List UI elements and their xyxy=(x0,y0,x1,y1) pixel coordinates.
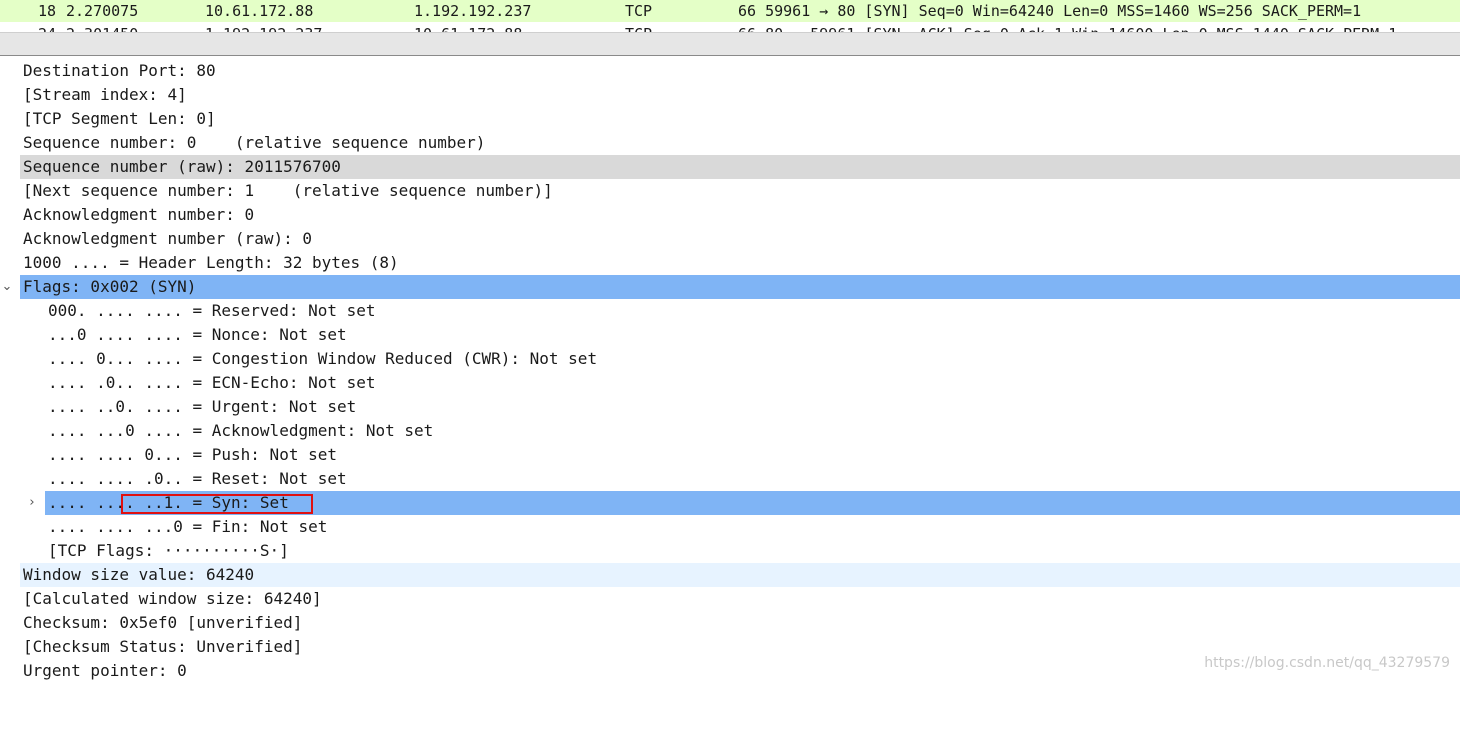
packet-destination: 1.192.192.237 xyxy=(414,2,532,20)
packet-info: 66 59961 → 80 [SYN] Seq=0 Win=64240 Len=… xyxy=(738,2,1362,20)
tree-item-flag[interactable]: .... 0... .... = Congestion Window Reduc… xyxy=(0,347,1460,371)
packet-time: 2.270075 xyxy=(66,2,139,20)
tree-item-flag[interactable]: ...0 .... .... = Nonce: Not set xyxy=(0,323,1460,347)
tree-item[interactable]: Acknowledgment number (raw): 0 xyxy=(0,227,1460,251)
tree-item[interactable]: Acknowledgment number: 0 xyxy=(0,203,1460,227)
tree-item-flag[interactable]: .... .... .0.. = Reset: Not set xyxy=(0,467,1460,491)
tree-item[interactable]: [Next sequence number: 1 (relative seque… xyxy=(0,179,1460,203)
tree-item[interactable]: [TCP Segment Len: 0] xyxy=(0,107,1460,131)
expand-chevron-closed-icon[interactable]: › xyxy=(25,491,39,515)
packet-destination: 10.61.172.88 xyxy=(414,23,522,32)
packet-info: 66 80 → 59961 [SYN, ACK] Seq=0 Ack=1 Win… xyxy=(738,23,1397,32)
tree-item[interactable]: [Stream index: 4] xyxy=(0,83,1460,107)
tree-item[interactable]: [Calculated window size: 64240] xyxy=(0,587,1460,611)
packet-time: 2.301450 xyxy=(66,23,138,32)
watermark: https://blog.csdn.net/qq_43279579 xyxy=(1204,655,1450,671)
tree-item-window-size[interactable]: Window size value: 64240 xyxy=(0,563,1460,587)
packet-protocol: TCP xyxy=(625,23,652,32)
tree-item-flags-selected[interactable]: ⌄ Flags: 0x002 (SYN) xyxy=(0,275,1460,299)
tree-item[interactable]: Sequence number: 0 (relative sequence nu… xyxy=(0,131,1460,155)
tree-item-flag[interactable]: .... ...0 .... = Acknowledgment: Not set xyxy=(0,419,1460,443)
tree-item-flag[interactable]: .... .... 0... = Push: Not set xyxy=(0,443,1460,467)
tree-item-flag[interactable]: .... .0.. .... = ECN-Echo: Not set xyxy=(0,371,1460,395)
packet-row-selected[interactable]: 18 2.270075 10.61.172.88 1.192.192.237 T… xyxy=(0,0,1460,22)
packet-source: 10.61.172.88 xyxy=(205,2,314,20)
tree-item[interactable]: Checksum: 0x5ef0 [unverified] xyxy=(0,611,1460,635)
tree-item-flag[interactable]: 000. .... .... = Reserved: Not set xyxy=(0,299,1460,323)
tree-item-hovered[interactable]: Sequence number (raw): 2011576700 xyxy=(0,155,1460,179)
packet-protocol: TCP xyxy=(625,2,653,20)
pane-splitter[interactable] xyxy=(0,32,1460,56)
tree-item[interactable]: 1000 .... = Header Length: 32 bytes (8) xyxy=(0,251,1460,275)
packet-list[interactable]: 18 2.270075 10.61.172.88 1.192.192.237 T… xyxy=(0,0,1460,32)
tree-item-flag[interactable]: .... .... ...0 = Fin: Not set xyxy=(0,515,1460,539)
annotation-highlight-box xyxy=(121,494,313,514)
expand-chevron-open-icon[interactable]: ⌄ xyxy=(0,275,14,299)
tree-item[interactable]: [TCP Flags: ··········S·] xyxy=(0,539,1460,563)
packet-source: 1.192.192.237 xyxy=(205,23,322,32)
packet-no: 18 xyxy=(38,2,57,20)
packet-no: 24 xyxy=(38,23,56,32)
tree-item-flag[interactable]: .... ..0. .... = Urgent: Not set xyxy=(0,395,1460,419)
tree-item[interactable]: Destination Port: 80 xyxy=(0,59,1460,83)
packet-row[interactable]: 24 2.301450 1.192.192.237 10.61.172.88 T… xyxy=(0,23,1460,32)
